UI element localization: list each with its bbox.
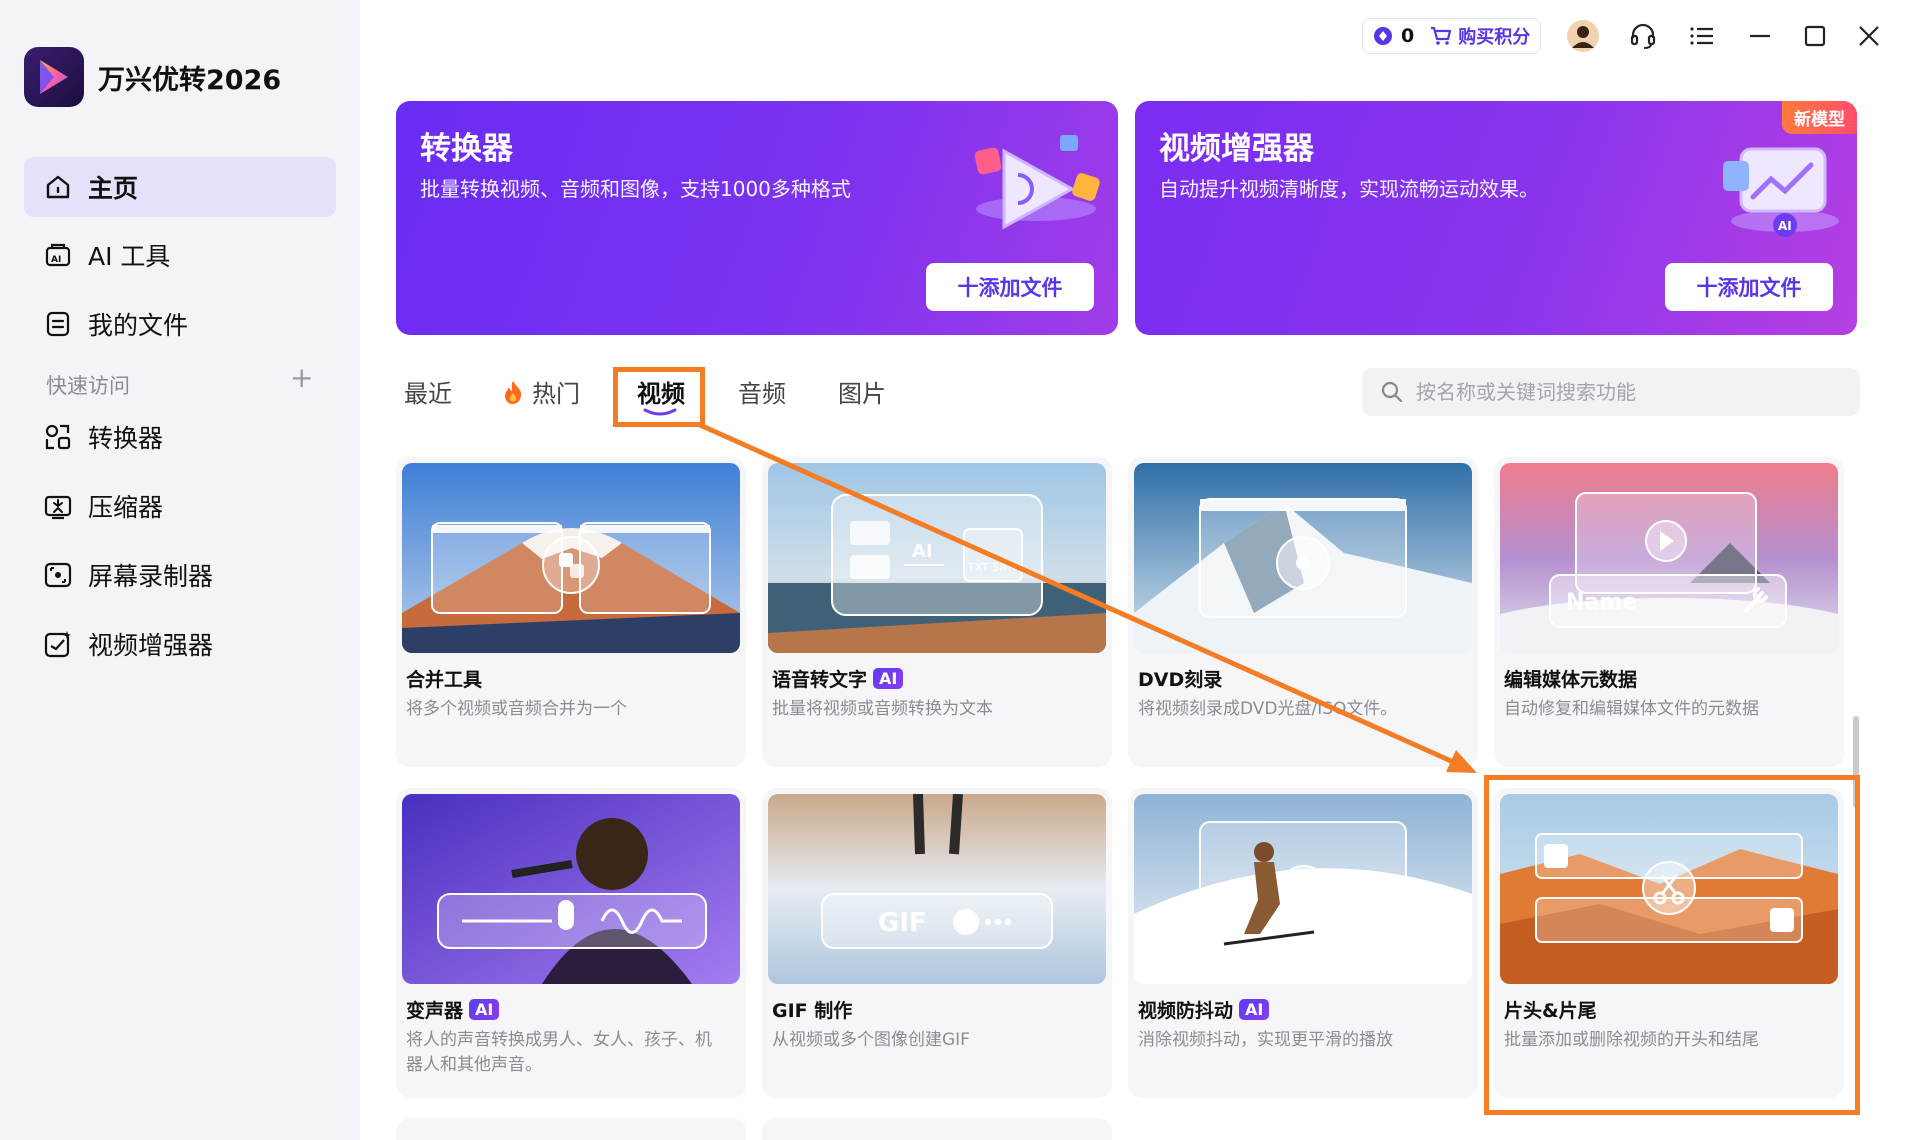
annotation-arrow — [698, 422, 1477, 773]
